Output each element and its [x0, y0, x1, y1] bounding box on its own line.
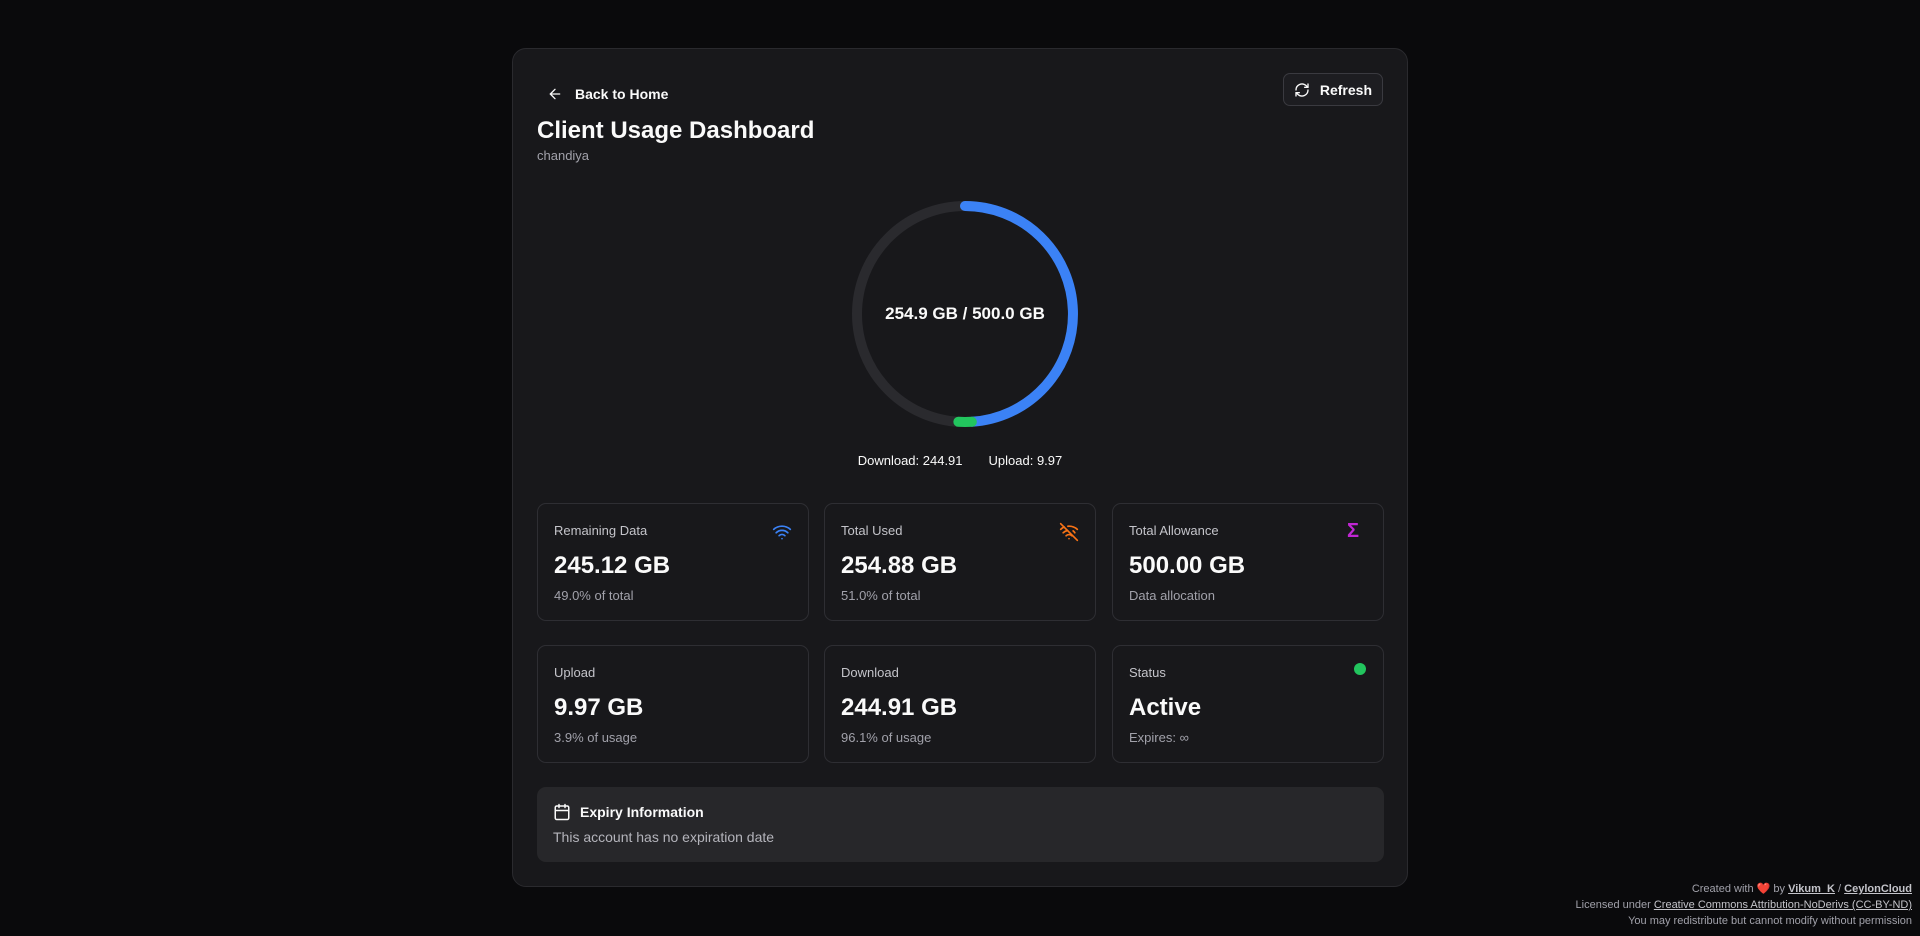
expiry-info-message: This account has no expiration date	[553, 829, 775, 845]
upload-sub: 3.9% of usage	[554, 730, 638, 745]
expiry-info-title: Expiry Information	[580, 804, 704, 820]
wifi-off-icon	[1059, 522, 1079, 542]
upload-value: 9.97 GB	[554, 694, 644, 721]
remaining-data-value: 245.12 GB	[554, 552, 671, 579]
footer-credits: Created with ❤️ by Vikum_K / CeylonCloud…	[1576, 881, 1912, 929]
status-value: Active	[1129, 694, 1202, 721]
total-used-card: Total Used 254.88 GB 51.0% of total	[824, 503, 1096, 621]
gauge-center-text: 254.9 GB / 500.0 GB	[885, 304, 1045, 323]
footer-notice: You may redistribute but cannot modify w…	[1628, 915, 1912, 927]
remaining-data-sub: 49.0% of total	[554, 588, 634, 603]
remaining-data-card: Remaining Data 245.12 GB 49.0% of total	[537, 503, 809, 621]
back-to-home-button[interactable]: Back to Home	[539, 79, 678, 109]
footer-by: by	[1773, 883, 1786, 895]
status-label: Status	[1129, 665, 1166, 680]
total-allowance-label: Total Allowance	[1129, 523, 1219, 538]
heart-icon: ❤️	[1756, 883, 1771, 895]
total-used-sub: 51.0% of total	[841, 588, 921, 603]
upload-card: Upload 9.97 GB 3.9% of usage	[537, 645, 809, 763]
status-sub: Expires: ∞	[1129, 730, 1189, 745]
arrow-left-icon	[549, 88, 561, 100]
gauge-legend-upload: Upload: 9.97	[988, 453, 1063, 468]
footer-created-with: Created with	[1691, 883, 1754, 895]
total-allowance-sub: Data allocation	[1129, 588, 1215, 603]
refresh-button[interactable]: Refresh	[1282, 73, 1383, 106]
footer-license-line: Licensed under Creative Commons Attribut…	[1576, 897, 1912, 913]
page-title: Client Usage Dashboard	[537, 117, 815, 144]
expiry-info-panel: Expiry Information This account has no e…	[537, 787, 1384, 862]
download-label: Download	[841, 665, 899, 680]
upload-label: Upload	[554, 665, 596, 680]
usage-gauge: 254.9 GB / 500.0 GB	[845, 194, 1085, 434]
total-used-value: 254.88 GB	[841, 552, 958, 579]
sigma-icon: Σ	[1346, 520, 1359, 542]
license-link[interactable]: Creative Commons Attribution-NoDerivs (C…	[1654, 899, 1912, 911]
download-sub: 96.1% of usage	[841, 730, 932, 745]
total-allowance-card: Total Allowance Σ 500.00 GB Data allocat…	[1112, 503, 1384, 621]
footer-credit-line: Created with ❤️ by Vikum_K / CeylonCloud	[1576, 881, 1912, 897]
download-card: Download 244.91 GB 96.1% of usage	[824, 645, 1096, 763]
org-link[interactable]: CeylonCloud	[1844, 883, 1912, 895]
refresh-icon	[1295, 82, 1309, 97]
refresh-label: Refresh	[1319, 81, 1372, 98]
footer-separator: /	[1838, 883, 1842, 895]
footer-licensed-under: Licensed under	[1575, 899, 1651, 911]
remaining-data-label: Remaining Data	[554, 523, 648, 538]
status-indicator-icon	[1354, 663, 1366, 675]
download-value: 244.91 GB	[841, 694, 958, 721]
wifi-icon	[772, 525, 792, 540]
author-link[interactable]: Vikum_K	[1788, 883, 1835, 895]
status-card: Status Active Expires: ∞	[1112, 645, 1384, 763]
total-used-label: Total Used	[841, 523, 903, 538]
expiry-info-header: Expiry Information	[553, 803, 704, 821]
back-to-home-label: Back to Home	[575, 86, 669, 102]
gauge-legend: Download: 244.91 Upload: 9.97	[513, 453, 1407, 468]
gauge-legend-download: Download: 244.91	[857, 453, 963, 468]
page-subtitle: chandiya	[537, 148, 590, 163]
dashboard-card: Back to Home Refresh Client Usage Dashbo…	[512, 48, 1408, 887]
total-allowance-value: 500.00 GB	[1129, 552, 1246, 579]
calendar-icon	[554, 803, 570, 821]
